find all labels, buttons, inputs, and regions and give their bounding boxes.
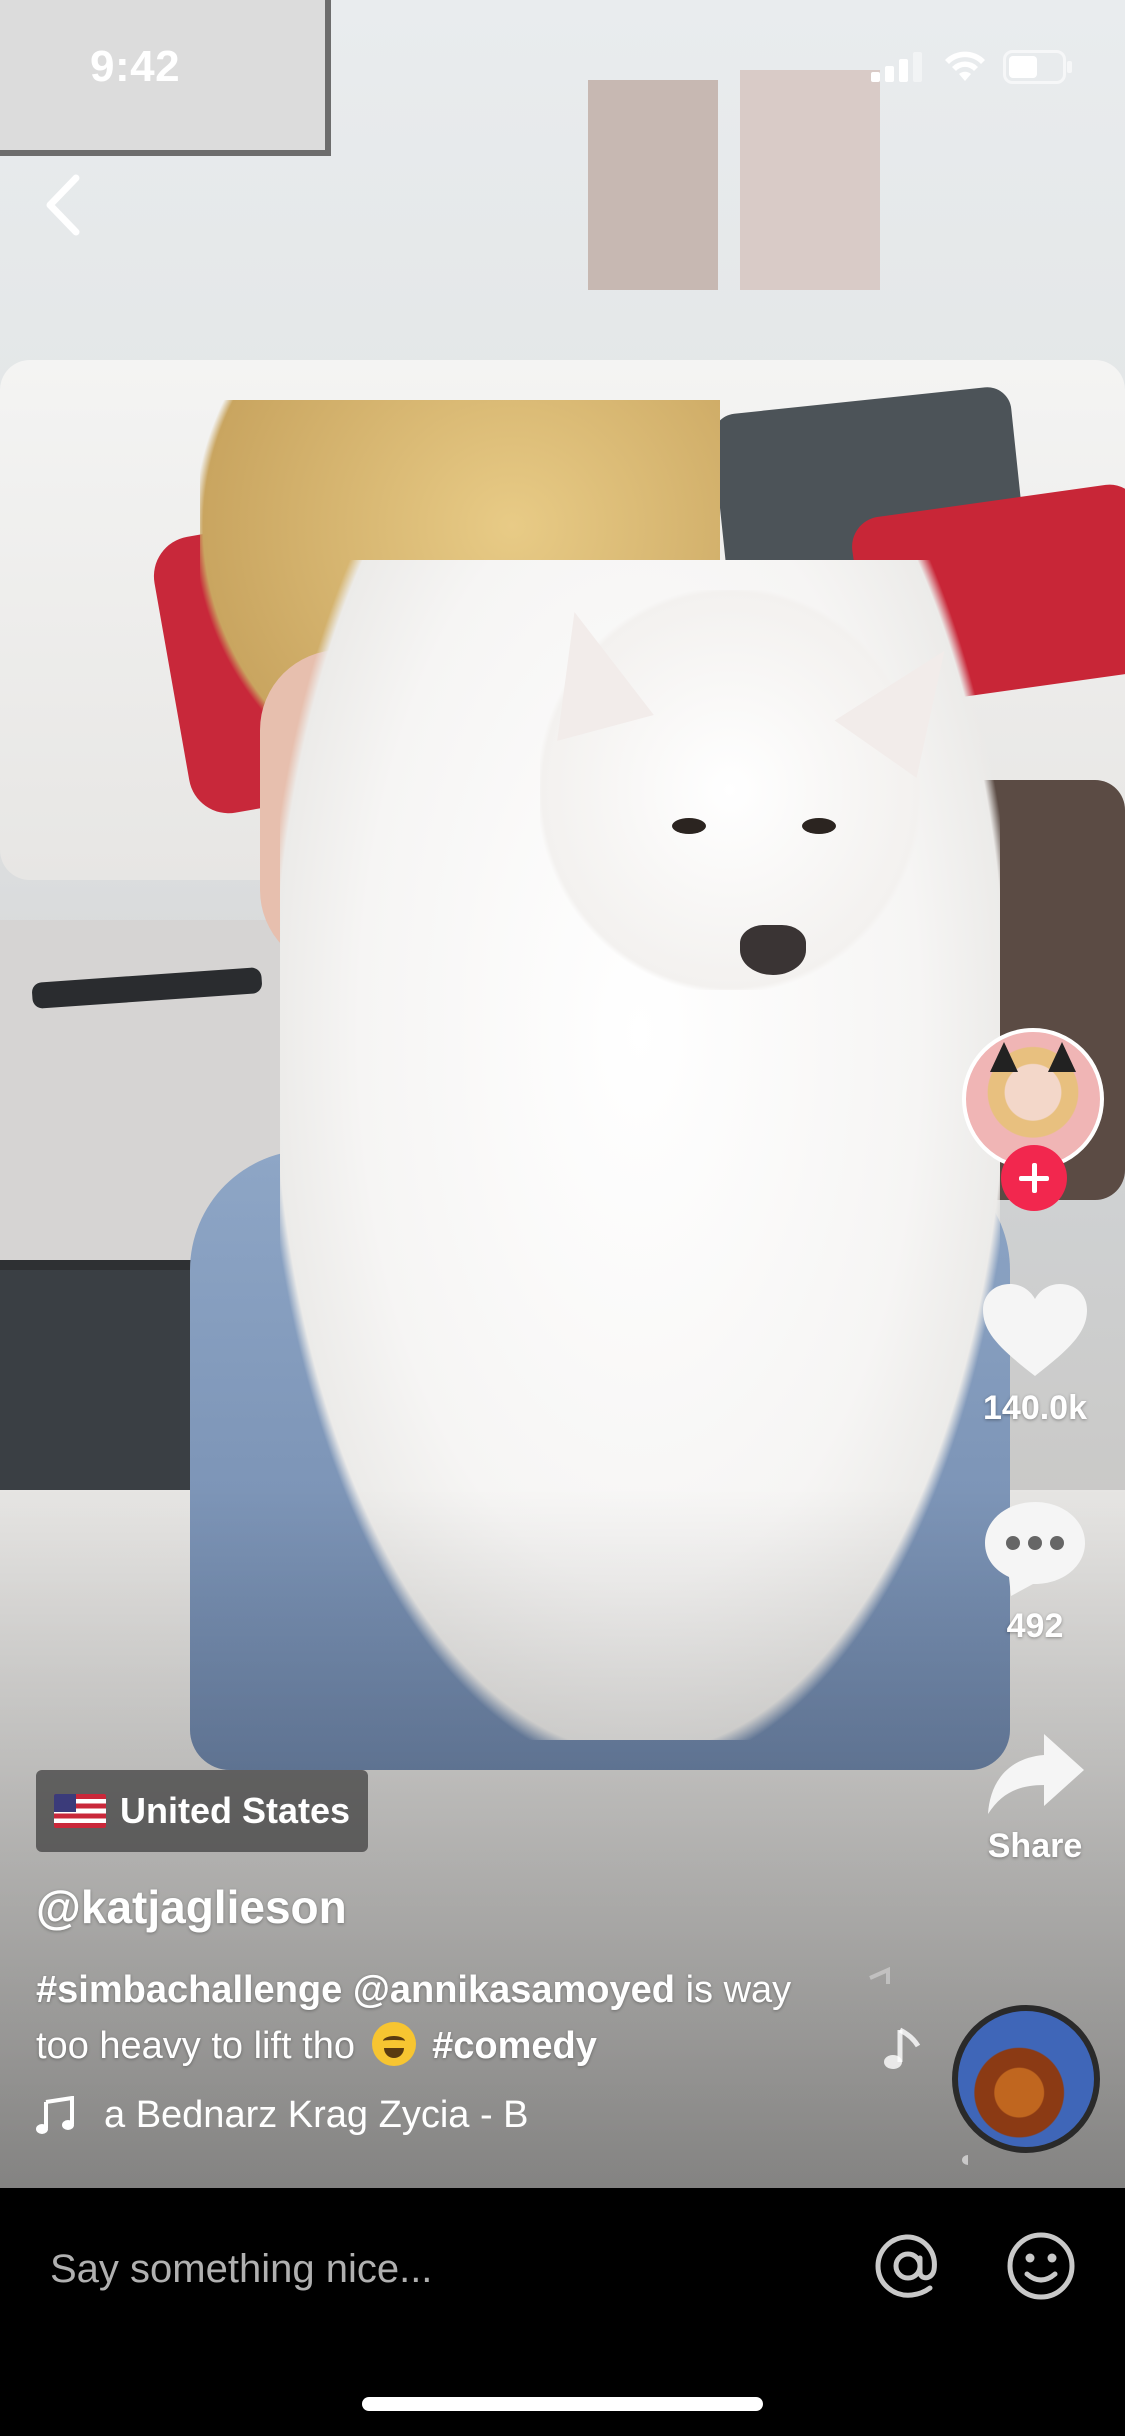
comment-button[interactable]: 492 [960,1498,1110,1646]
wall-poster [740,70,880,290]
comment-bubble-icon [985,1502,1085,1596]
status-icons [871,50,1073,84]
like-count: 140.0k [983,1389,1087,1427]
music-ticker: a Bednarz Krag Zycia - B [104,2094,529,2136]
post-caption: #simbachallenge @annikasamoyed is way to… [36,1962,796,2074]
heart-icon [983,1284,1087,1376]
home-indicator[interactable] [362,2397,763,2411]
music-disc[interactable] [952,2005,1100,2153]
region-tag[interactable]: United States [36,1770,369,1852]
cat-ear [990,1042,1018,1072]
dog-eye [672,818,706,834]
mention-button[interactable] [870,2228,946,2304]
mention-link[interactable]: @annikasamoyed [353,1969,675,2011]
status-time: 9:42 [90,42,181,91]
chevron-left-icon [46,174,80,236]
us-flag-icon [54,1794,106,1828]
share-label: Share [987,1827,1083,1865]
emoji-button[interactable] [1003,2228,1079,2304]
share-arrow-icon [988,1734,1084,1814]
dog-eye [802,818,836,834]
share-button[interactable]: Share [960,1730,1110,1866]
music-row[interactable]: a Bednarz Krag Zycia - B [36,2094,664,2137]
wall-poster [588,80,718,290]
at-icon [875,2234,937,2298]
comment-count: 492 [1006,1607,1064,1645]
smiley-icon [1007,2232,1075,2300]
video-player[interactable] [0,0,1125,2188]
like-button[interactable]: 140.0k [960,1280,1110,1428]
follow-button[interactable] [1001,1145,1067,1211]
hashtag-link[interactable]: #comedy [432,2025,597,2067]
hashtag-link[interactable]: #simbachallenge [36,1969,342,2011]
comment-input[interactable] [50,2234,830,2304]
signal-icon [871,52,922,82]
laughing-emoji-icon [371,2022,416,2066]
region-label: United States [120,1790,351,1831]
floating-music-notes [869,1966,968,2165]
tiktok-video-screen: 9:42 140.0k 492 Share United States @kat… [0,0,1125,2436]
dog-nose [740,925,806,975]
battery-icon [1003,50,1072,84]
wifi-icon [945,51,985,81]
creator-username[interactable]: @katjaglieson [36,1880,347,1934]
cat-ear [1048,1042,1076,1072]
back-button[interactable] [36,170,92,240]
music-note-icon [36,2095,74,2134]
